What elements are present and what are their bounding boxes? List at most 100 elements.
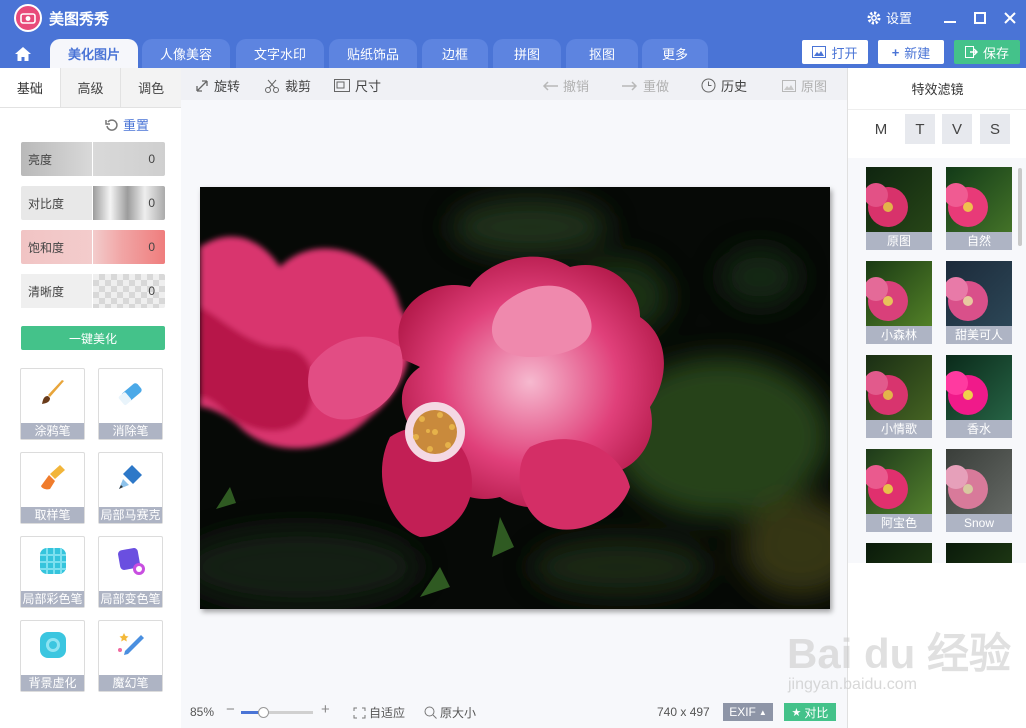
original-button[interactable]: 原图 bbox=[782, 76, 827, 95]
filter-item[interactable] bbox=[866, 543, 932, 563]
tool-local-color-pen[interactable]: 局部彩色笔 bbox=[20, 536, 85, 608]
rotate-label: 旋转 bbox=[214, 79, 241, 94]
app-title: 美图秀秀 bbox=[49, 11, 110, 28]
tool-local-recolor-pen[interactable]: 局部变色笔 bbox=[98, 536, 163, 608]
crop-button[interactable]: 裁剪 bbox=[264, 76, 311, 95]
minimize-button[interactable] bbox=[935, 0, 965, 36]
brightness-slider[interactable]: 亮度 0 bbox=[21, 142, 165, 176]
effects-title: 特效滤镜 bbox=[848, 68, 1026, 110]
tab-more[interactable]: 更多 bbox=[642, 39, 708, 68]
history-button[interactable]: 历史 bbox=[701, 76, 747, 95]
scissors-icon bbox=[265, 79, 279, 93]
filter-item[interactable]: 阿宝色 bbox=[866, 449, 932, 532]
rotate-button[interactable]: 旋转 bbox=[195, 76, 240, 95]
close-button[interactable] bbox=[995, 0, 1025, 36]
redo-button[interactable]: 重做 bbox=[622, 76, 669, 95]
sample-brush-icon bbox=[41, 465, 65, 490]
photo-canvas[interactable] bbox=[200, 187, 830, 609]
saturation-value: 0 bbox=[148, 240, 155, 254]
tab-frame[interactable]: 边框 bbox=[422, 39, 488, 68]
subtab-basic[interactable]: 基础 bbox=[0, 68, 61, 107]
zoom-in-button[interactable]: + bbox=[321, 701, 330, 718]
settings-button[interactable]: 设置 bbox=[866, 8, 912, 27]
status-bar: 85% − + 自适应 原大小 740 x 497 EXIF ▲ ★ 对比 bbox=[181, 696, 847, 728]
star-icon: ★ bbox=[791, 706, 802, 719]
zoom-slider[interactable] bbox=[241, 707, 313, 718]
filter-category-v[interactable]: V bbox=[942, 114, 972, 144]
tool-label: 涂鸦笔 bbox=[21, 423, 84, 439]
edit-toolbar: 旋转 裁剪 尺寸 撤销 重做 历史 原图 bbox=[181, 68, 847, 100]
zoom-out-button[interactable]: − bbox=[226, 701, 235, 718]
home-icon bbox=[15, 47, 31, 61]
color-pen-icon bbox=[40, 548, 66, 574]
brightness-value: 0 bbox=[148, 152, 155, 166]
open-button[interactable]: 打开 bbox=[802, 40, 868, 64]
actual-size-label: 原大小 bbox=[440, 706, 477, 720]
filter-label: 阿宝色 bbox=[866, 514, 932, 532]
filter-category-s[interactable]: S bbox=[980, 114, 1010, 144]
original-label: 原图 bbox=[801, 79, 828, 94]
left-panel: 基础 高级 调色 重置 亮度 0 对比度 0 饱和度 0 清晰度 0 一键美化 … bbox=[0, 68, 181, 728]
zoom-slider-thumb[interactable] bbox=[257, 707, 269, 718]
tab-cutout[interactable]: 抠图 bbox=[566, 39, 638, 68]
tool-sample-pen[interactable]: 取样笔 bbox=[20, 452, 85, 524]
filter-category-m[interactable]: M bbox=[866, 114, 896, 144]
baidu-watermark-url: jingyan.baidu.com bbox=[788, 676, 917, 693]
subtab-advanced[interactable]: 高级 bbox=[61, 68, 122, 107]
filter-item[interactable]: 原图 bbox=[866, 167, 932, 250]
saturation-label: 饱和度 bbox=[21, 230, 93, 264]
filter-category-t[interactable]: T bbox=[905, 114, 935, 144]
undo-button[interactable]: 撤销 bbox=[542, 76, 589, 95]
tool-magic-pen[interactable]: 魔幻笔 bbox=[98, 620, 163, 692]
home-button[interactable] bbox=[6, 40, 40, 68]
tool-eraser-pen[interactable]: 消除笔 bbox=[98, 368, 163, 440]
filter-item[interactable]: 自然 bbox=[946, 167, 1012, 250]
reset-label: 重置 bbox=[123, 118, 150, 133]
tool-mosaic-pen[interactable]: 局部马赛克 bbox=[98, 452, 163, 524]
maximize-button[interactable] bbox=[965, 0, 995, 36]
exif-button[interactable]: EXIF ▲ bbox=[723, 703, 773, 721]
tab-beautify[interactable]: 美化图片 bbox=[50, 39, 138, 68]
save-button[interactable]: 保存 bbox=[954, 40, 1020, 64]
compare-button[interactable]: ★ 对比 bbox=[784, 703, 836, 721]
new-label: 新建 bbox=[904, 45, 931, 61]
fit-button[interactable]: 自适应 bbox=[353, 704, 405, 721]
tab-portrait[interactable]: 人像美容 bbox=[142, 39, 230, 68]
compare-label: 对比 bbox=[804, 705, 829, 720]
undo-icon bbox=[542, 80, 558, 91]
adjust-subtabs: 基础 高级 调色 bbox=[0, 68, 181, 108]
actual-size-button[interactable]: 原大小 bbox=[424, 704, 476, 721]
filter-item[interactable]: 香水 bbox=[946, 355, 1012, 438]
magnifier-icon bbox=[424, 706, 437, 719]
contrast-slider[interactable]: 对比度 0 bbox=[21, 186, 165, 220]
filter-item[interactable] bbox=[946, 543, 1012, 563]
filter-list: 原图 自然 小森林 甜美可人 小情歌 香水 阿宝色 Snow bbox=[848, 158, 1026, 563]
reset-button[interactable]: 重置 bbox=[105, 115, 149, 134]
save-label: 保存 bbox=[982, 45, 1009, 61]
tool-background-blur[interactable]: 背景虚化 bbox=[20, 620, 85, 692]
tab-collage[interactable]: 拼图 bbox=[493, 39, 561, 68]
image-dimensions: 740 x 497 bbox=[657, 705, 710, 719]
zoom-level: 85% bbox=[190, 705, 215, 719]
save-icon bbox=[964, 46, 978, 58]
resize-button[interactable]: 尺寸 bbox=[334, 76, 381, 95]
filter-scrollbar[interactable] bbox=[1018, 168, 1022, 246]
tab-text-watermark[interactable]: 文字水印 bbox=[236, 39, 324, 68]
filter-item[interactable]: 小情歌 bbox=[866, 355, 932, 438]
subtab-color[interactable]: 调色 bbox=[121, 68, 181, 107]
tab-stickers[interactable]: 贴纸饰品 bbox=[329, 39, 417, 68]
plus-icon: + bbox=[891, 44, 900, 60]
filter-item[interactable]: 小森林 bbox=[866, 261, 932, 344]
sharpness-slider[interactable]: 清晰度 0 bbox=[21, 274, 165, 308]
new-button[interactable]: + 新建 bbox=[878, 40, 944, 64]
tool-label: 局部变色笔 bbox=[99, 591, 162, 607]
tool-doodle-pen[interactable]: 涂鸦笔 bbox=[20, 368, 85, 440]
one-key-beautify-button[interactable]: 一键美化 bbox=[21, 326, 165, 350]
filter-item[interactable]: Snow bbox=[946, 449, 1012, 532]
saturation-slider[interactable]: 饱和度 0 bbox=[21, 230, 165, 264]
brush-icon bbox=[42, 380, 64, 404]
reset-icon bbox=[105, 118, 118, 131]
filter-label: 小情歌 bbox=[866, 420, 932, 438]
sharpness-label: 清晰度 bbox=[21, 274, 93, 308]
filter-item[interactable]: 甜美可人 bbox=[946, 261, 1012, 344]
